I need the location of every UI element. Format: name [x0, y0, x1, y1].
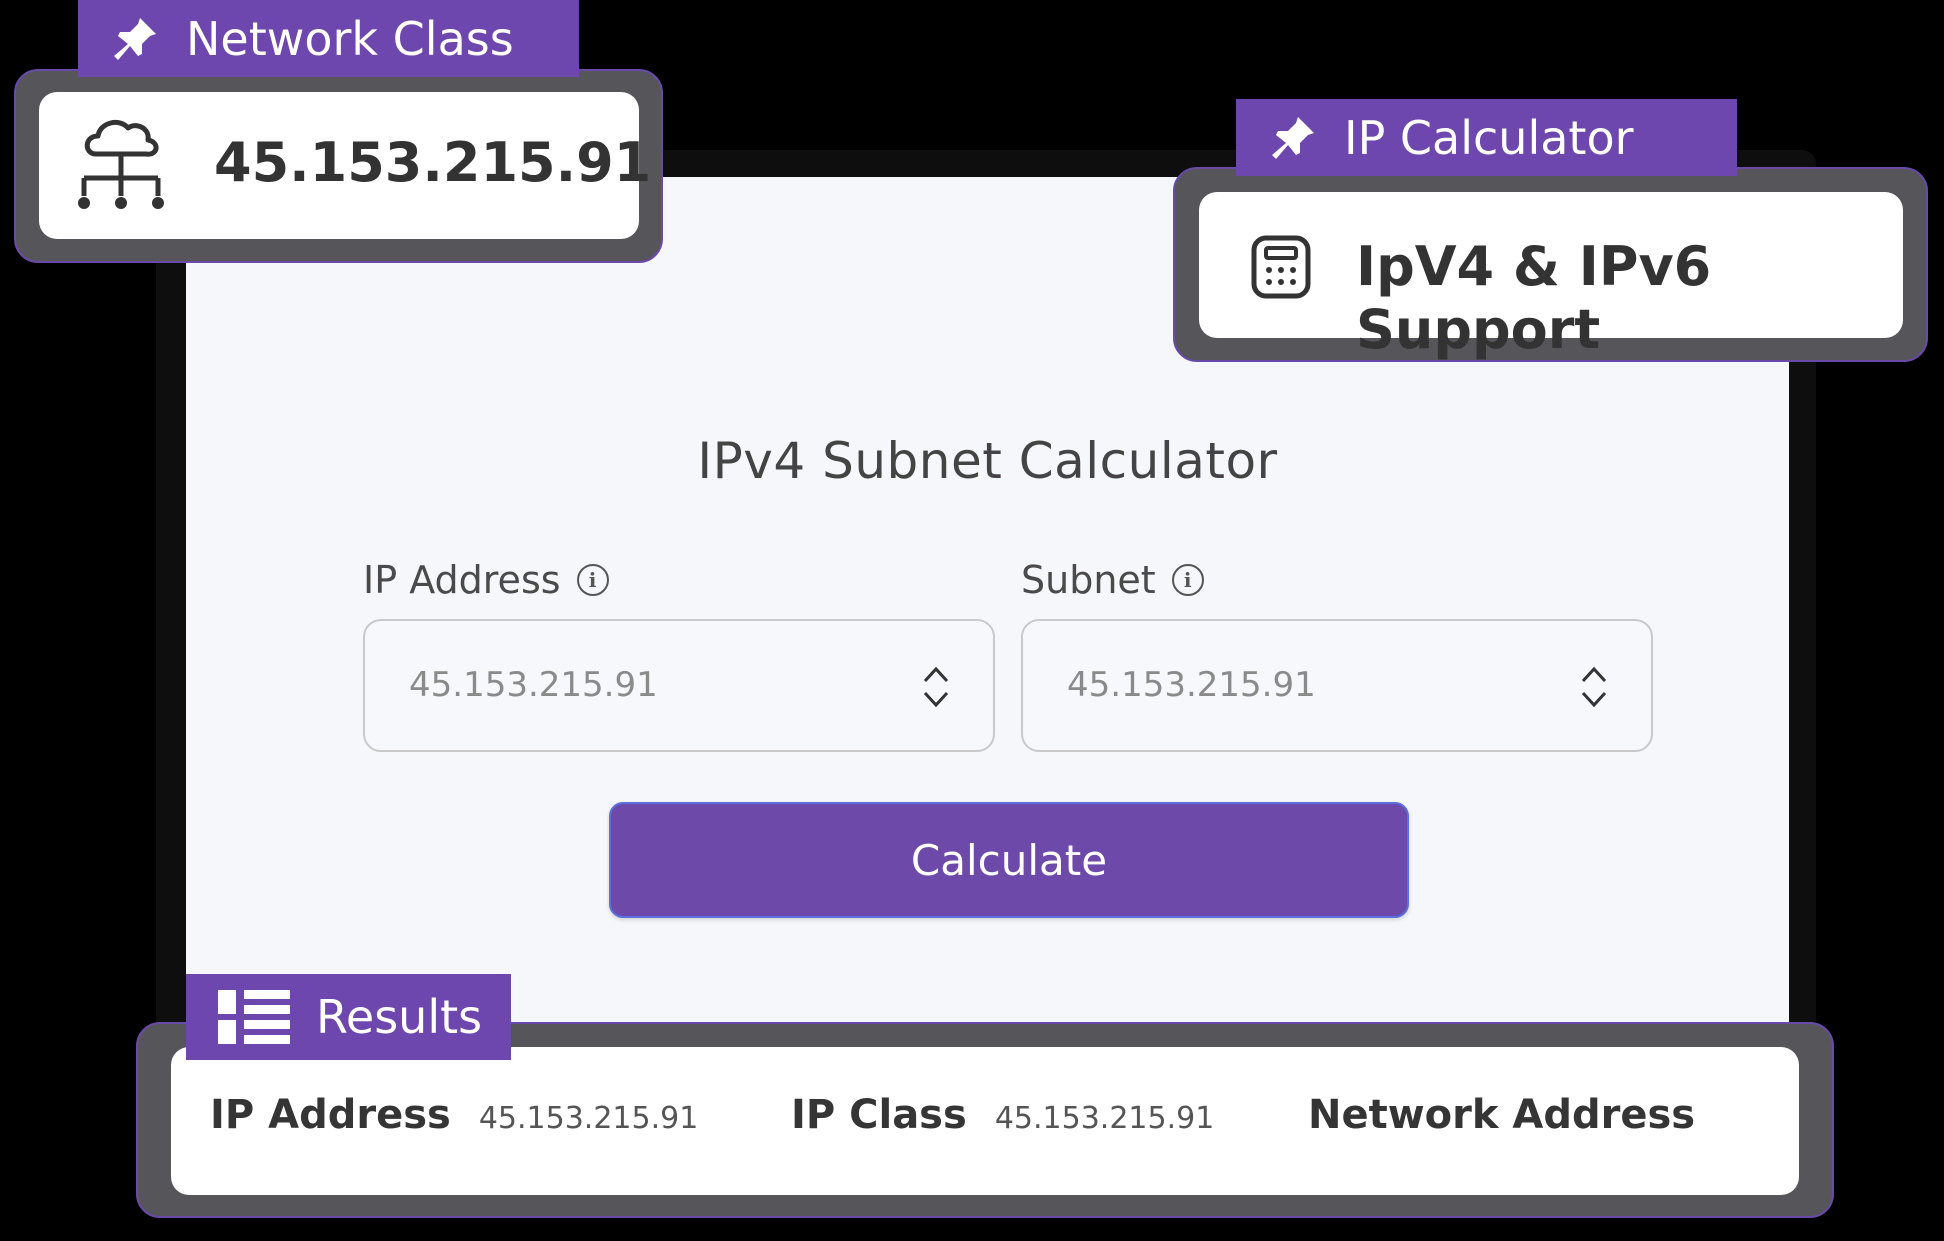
ip-address-label: IP Address i: [363, 558, 609, 602]
stepper-icon[interactable]: [1579, 663, 1609, 711]
pin-icon: [1272, 116, 1314, 159]
result-ip-class-value: 45.153.215.91: [994, 1101, 1215, 1136]
calculate-button[interactable]: Calculate: [609, 802, 1409, 918]
pin-icon: [114, 17, 156, 60]
network-class-tag-label: Network Class: [186, 11, 514, 66]
ip-address-label-text: IP Address: [363, 558, 561, 602]
calculator-title: IPv4 Subnet Calculator: [697, 432, 1278, 490]
result-ip-address-label: IP Address: [210, 1092, 451, 1138]
result-network-address: Network Address: [1308, 1092, 1695, 1138]
result-ip-class: IP Class 45.153.215.91: [791, 1092, 1214, 1138]
info-icon[interactable]: i: [1171, 564, 1204, 596]
subnet-input[interactable]: 45.153.215.91: [1021, 619, 1653, 752]
results-tag: Results: [186, 974, 511, 1060]
subnet-value: 45.153.215.91: [1067, 665, 1316, 705]
result-ip-address-value: 45.153.215.91: [478, 1101, 699, 1136]
ip-address-value: 45.153.215.91: [409, 665, 658, 705]
ip-calculator-tag: IP Calculator: [1236, 99, 1737, 176]
ip-calculator-value: IpV4 & IPv6 Support: [1356, 235, 1712, 361]
result-ip-class-label: IP Class: [791, 1092, 967, 1138]
result-network-address-label: Network Address: [1308, 1092, 1696, 1138]
network-class-tag: Network Class: [78, 0, 579, 77]
subnet-label: Subnet i: [1021, 558, 1204, 602]
cloud-network-icon: [78, 119, 164, 209]
info-icon[interactable]: i: [576, 564, 609, 596]
subnet-label-text: Subnet: [1021, 558, 1156, 602]
calculator-icon: [1251, 235, 1311, 299]
network-class-value: 45.153.215.91: [214, 131, 652, 194]
list-icon: [218, 990, 290, 1044]
ip-calculator-tag-label: IP Calculator: [1344, 110, 1634, 165]
ip-address-input[interactable]: 45.153.215.91: [363, 619, 995, 752]
results-tag-label: Results: [316, 990, 483, 1044]
result-ip-address: IP Address 45.153.215.91: [210, 1092, 698, 1138]
stepper-icon[interactable]: [921, 663, 951, 711]
